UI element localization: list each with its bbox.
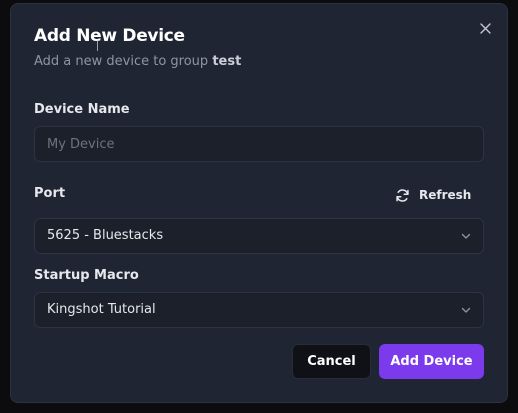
group-name: test [212,54,242,69]
refresh-label: Refresh [419,188,472,202]
device-name-input[interactable] [35,127,483,161]
add-device-button[interactable]: Add Device [379,344,484,379]
refresh-button[interactable]: Refresh [395,184,471,206]
startup-macro-select[interactable]: Kingshot Tutorial [34,292,484,328]
close-button[interactable] [476,19,494,37]
port-select[interactable]: 5625 - Bluestacks [34,218,484,254]
port-label: Port [34,186,66,201]
device-name-field-wrapper [34,126,484,162]
port-selected-value: 5625 - Bluestacks [47,228,164,243]
startup-macro-label: Startup Macro [34,268,139,283]
text-cursor [97,41,98,51]
chevron-down-icon [461,233,471,239]
cancel-button[interactable]: Cancel [292,344,371,379]
macro-selected-value: Kingshot Tutorial [47,302,156,317]
add-device-dialog: Add New Device Add a new device to group… [10,3,508,403]
chevron-down-icon [461,307,471,313]
device-name-label: Device Name [34,102,130,117]
dialog-subtitle: Add a new device to group test [34,54,241,69]
dialog-title: Add New Device [34,26,185,46]
subtitle-text: Add a new device to group [34,54,213,69]
close-icon [479,22,491,34]
refresh-icon [396,188,409,202]
